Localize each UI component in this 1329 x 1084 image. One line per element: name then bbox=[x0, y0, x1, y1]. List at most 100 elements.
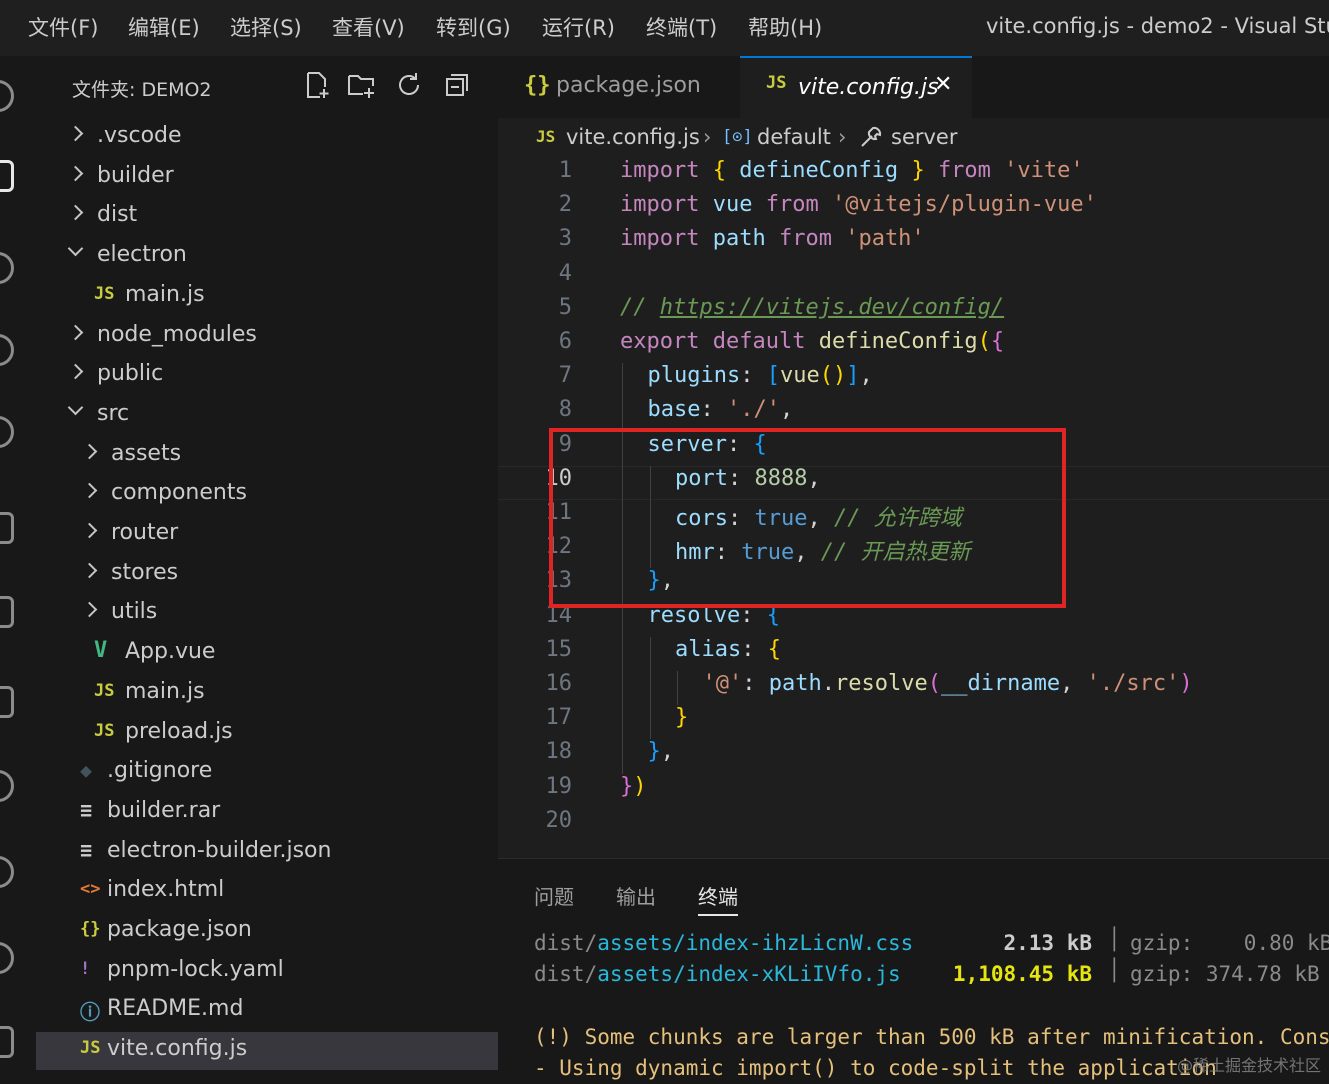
code-token: from bbox=[765, 192, 819, 218]
breadcrumb-property[interactable]: server bbox=[891, 125, 957, 149]
code-token: , bbox=[660, 739, 674, 765]
line-number: 1 bbox=[558, 158, 572, 183]
collapse-all-icon[interactable] bbox=[442, 70, 472, 100]
menu-file[interactable]: 文件(F) bbox=[28, 12, 98, 42]
code-token: } bbox=[911, 158, 925, 183]
tree-folder[interactable]: router bbox=[36, 516, 498, 554]
debug-icon[interactable] bbox=[0, 416, 14, 448]
code-line: 8 base: './', bbox=[498, 397, 1329, 432]
tab-vite-config-js[interactable]: JS vite.config.js ✕ bbox=[740, 56, 972, 118]
code-token: export bbox=[620, 329, 700, 354]
tree-file[interactable]: JS preload.js bbox=[36, 715, 498, 753]
code-text: alias: { bbox=[675, 637, 781, 662]
code-token: () bbox=[819, 363, 847, 389]
indent-guide bbox=[622, 636, 623, 671]
window-title: vite.config.js - demo2 - Visual Studio bbox=[986, 14, 1329, 38]
tree-file[interactable]: ≡ electron-builder.json bbox=[36, 834, 498, 872]
menu-go[interactable]: 转到(G) bbox=[436, 12, 511, 42]
tree-folder[interactable]: utils bbox=[36, 595, 498, 633]
close-icon[interactable]: ✕ bbox=[934, 72, 952, 97]
chevron-right-icon bbox=[67, 205, 84, 221]
tab-output[interactable]: 输出 bbox=[616, 881, 656, 910]
chevron-right-icon bbox=[81, 522, 98, 539]
github-icon[interactable] bbox=[0, 942, 14, 974]
settings-icon[interactable] bbox=[0, 1026, 14, 1058]
run-icon[interactable] bbox=[0, 512, 14, 544]
wrench-icon bbox=[861, 126, 882, 147]
code-token: vue bbox=[779, 363, 820, 389]
code-token: 'vite' bbox=[1004, 158, 1084, 183]
testing-icon[interactable] bbox=[0, 770, 14, 802]
code-token: from bbox=[778, 226, 832, 252]
account-icon[interactable] bbox=[0, 80, 14, 112]
tree-file[interactable]: ! pnpm-lock.yaml bbox=[36, 953, 498, 991]
menu-run[interactable]: 运行(R) bbox=[542, 12, 615, 42]
source-control-icon[interactable] bbox=[0, 334, 14, 366]
menu-view[interactable]: 查看(V) bbox=[332, 12, 405, 42]
code-token: ) bbox=[633, 773, 647, 799]
js-file-icon: JS bbox=[94, 720, 115, 741]
tree-folder[interactable]: public bbox=[36, 357, 498, 395]
code-token: default bbox=[712, 329, 806, 354]
indent-guide bbox=[649, 636, 651, 671]
breadcrumb-file[interactable]: vite.config.js bbox=[566, 125, 700, 149]
code-text: // https://vitejs.dev/config/ bbox=[620, 295, 1004, 320]
tree-file[interactable]: {} package.json bbox=[36, 913, 498, 951]
code-token: import bbox=[620, 158, 700, 183]
tree-folder[interactable]: dist bbox=[36, 198, 498, 236]
menu-edit[interactable]: 编辑(E) bbox=[128, 12, 200, 42]
tree-folder[interactable]: stores bbox=[36, 556, 498, 594]
breadcrumb-symbol[interactable]: default bbox=[757, 125, 831, 149]
menu-help[interactable]: 帮助(H) bbox=[748, 12, 822, 42]
code-text: import path from 'path' bbox=[620, 226, 925, 251]
tree-file[interactable]: JS main.js bbox=[36, 278, 498, 316]
chevron-down-icon bbox=[67, 240, 84, 257]
explorer-title: 文件夹: DEMO2 bbox=[72, 79, 212, 101]
js-file-icon: JS bbox=[536, 127, 556, 146]
tree-item-label: index.html bbox=[107, 877, 225, 903]
tree-folder[interactable]: node_modules bbox=[36, 318, 498, 356]
tree-file[interactable]: ≡ builder.rar bbox=[36, 794, 498, 832]
remote-icon[interactable] bbox=[0, 596, 14, 628]
new-file-icon[interactable] bbox=[302, 70, 332, 100]
code-token: : bbox=[700, 397, 727, 423]
separator: │ bbox=[1108, 958, 1121, 982]
search-icon[interactable] bbox=[0, 252, 14, 284]
text-file-icon: ≡ bbox=[80, 837, 93, 862]
code-token: plugins bbox=[647, 363, 741, 389]
line-number: 20 bbox=[545, 807, 573, 833]
tree-file[interactable]: <> index.html bbox=[36, 873, 498, 911]
tab-package-json[interactable]: {} package.json bbox=[498, 56, 738, 118]
code-line: 6 export default defineConfig({ bbox=[498, 329, 1329, 363]
tree-folder[interactable]: .vscode bbox=[36, 119, 498, 157]
new-folder-icon[interactable] bbox=[346, 70, 376, 100]
code-token: } bbox=[647, 739, 661, 765]
menu-selection[interactable]: 选择(S) bbox=[230, 12, 302, 42]
tree-folder[interactable]: electron bbox=[36, 238, 498, 276]
tab-terminal[interactable]: 终端 bbox=[698, 881, 738, 916]
tree-file[interactable]: JS main.js bbox=[36, 675, 498, 713]
tree-folder[interactable]: builder bbox=[36, 159, 498, 197]
code-token: path bbox=[712, 226, 766, 252]
tree-folder[interactable]: components bbox=[36, 476, 498, 514]
tree-folder[interactable]: src bbox=[36, 397, 498, 435]
tree-file[interactable]: ◆ .gitignore bbox=[36, 754, 498, 792]
tree-file[interactable]: V App.vue bbox=[36, 635, 498, 673]
tree-folder[interactable]: assets bbox=[36, 437, 498, 475]
indent-guide bbox=[677, 671, 678, 706]
code-token: } bbox=[620, 773, 634, 799]
tree-file[interactable]: ⓘ README.md bbox=[36, 992, 498, 1030]
menu-terminal[interactable]: 终端(T) bbox=[646, 12, 717, 42]
tools-icon[interactable] bbox=[0, 856, 14, 888]
tree-item-label: .gitignore bbox=[107, 758, 213, 784]
code-token: : bbox=[740, 363, 767, 389]
tree-item-label: dist bbox=[97, 202, 138, 228]
refresh-icon[interactable] bbox=[394, 70, 424, 100]
tab-problems[interactable]: 问题 bbox=[534, 881, 574, 910]
explorer-icon[interactable] bbox=[0, 160, 14, 192]
extensions-icon[interactable] bbox=[0, 686, 14, 718]
indent-guide bbox=[622, 739, 623, 774]
tree-file[interactable]: JS vite.config.js bbox=[36, 1032, 498, 1071]
